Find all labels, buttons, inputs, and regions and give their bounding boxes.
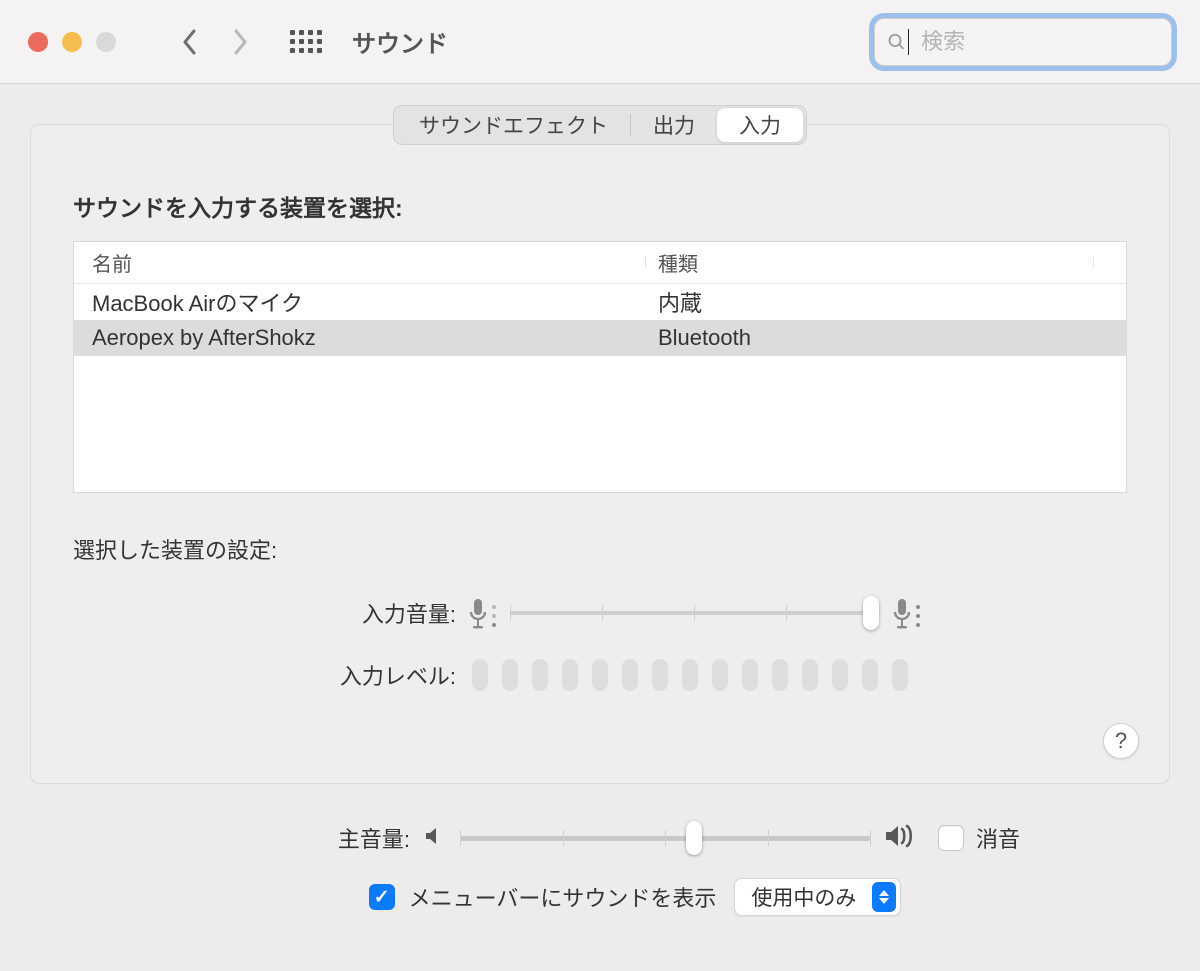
level-cell [562, 659, 578, 691]
tab-output[interactable]: 出力 [631, 108, 717, 142]
mute-label: 消音 [976, 822, 1020, 854]
toolbar: サウンド [0, 0, 1200, 84]
show-sound-in-menubar-checkbox[interactable] [369, 884, 395, 910]
selected-device-settings-header: 選択した装置の設定: [73, 533, 1127, 565]
show-sound-in-menubar-label: メニューバーにサウンドを表示 [409, 881, 717, 913]
window-title: サウンド [352, 24, 448, 59]
level-cell [502, 659, 518, 691]
microphone-high-icon [892, 597, 920, 629]
mute-checkbox[interactable] [938, 825, 964, 851]
speaker-low-icon [422, 824, 446, 853]
tab-segmented-control: サウンドエフェクト 出力 入力 [393, 105, 807, 145]
back-button[interactable] [180, 28, 200, 56]
input-level-label: 入力レベル: [73, 659, 468, 691]
forward-button[interactable] [230, 28, 250, 56]
level-cell [622, 659, 638, 691]
show-all-prefs-button[interactable] [290, 30, 322, 53]
text-cursor [908, 29, 909, 55]
popup-stepper-icon [872, 882, 896, 912]
level-cell [802, 659, 818, 691]
microphone-low-icon [468, 597, 496, 629]
menubar-sound-popup[interactable]: 使用中のみ [734, 878, 901, 916]
tab-sound-effects[interactable]: サウンドエフェクト [397, 108, 630, 142]
main-volume-slider[interactable] [460, 836, 870, 841]
level-cell [712, 659, 728, 691]
table-row[interactable]: Aeropex by AfterShokz Bluetooth [74, 320, 1126, 356]
input-device-table: 名前 種類 MacBook Airのマイク 内蔵 Aeropex by Afte… [73, 241, 1127, 493]
sound-pane: サウンドエフェクト 出力 入力 サウンドを入力する装置を選択: 名前 種類 Ma… [30, 124, 1170, 784]
search-input[interactable] [921, 29, 1159, 55]
level-cell [832, 659, 848, 691]
level-cell [652, 659, 668, 691]
search-field[interactable] [874, 18, 1172, 66]
help-button[interactable]: ? [1103, 723, 1139, 759]
level-cell [772, 659, 788, 691]
speaker-high-icon [884, 823, 918, 854]
level-cell [532, 659, 548, 691]
menubar-sound-popup-value: 使用中のみ [751, 882, 856, 912]
minimize-window-button[interactable] [62, 32, 82, 52]
column-header-type[interactable]: 種類 [646, 248, 1126, 277]
level-cell [472, 659, 488, 691]
device-name: MacBook Airのマイク [74, 286, 646, 318]
input-volume-thumb[interactable] [863, 596, 879, 630]
device-type: Bluetooth [646, 325, 1126, 351]
tab-input[interactable]: 入力 [717, 108, 803, 142]
main-volume-label: 主音量: [30, 822, 422, 854]
input-level-meter [472, 659, 908, 691]
level-cell [592, 659, 608, 691]
menubar-sound-row: メニューバーにサウンドを表示 使用中のみ [30, 878, 1170, 916]
window-controls [28, 32, 116, 52]
input-volume-row: 入力音量: [73, 597, 1127, 629]
input-level-row: 入力レベル: [73, 659, 1127, 691]
input-volume-label: 入力音量: [73, 597, 468, 629]
main-volume-thumb[interactable] [686, 821, 702, 855]
bottom-section: 主音量: 消音 メニューバーにサウンドを表示 使用中のみ [30, 822, 1170, 916]
select-input-device-header: サウンドを入力する装置を選択: [73, 189, 1127, 223]
level-cell [742, 659, 758, 691]
main-volume-row: 主音量: 消音 [30, 822, 1170, 854]
column-header-name[interactable]: 名前 [74, 248, 646, 277]
zoom-window-button[interactable] [96, 32, 116, 52]
close-window-button[interactable] [28, 32, 48, 52]
table-header: 名前 種類 [74, 242, 1126, 284]
device-name: Aeropex by AfterShokz [74, 325, 646, 351]
device-type: 内蔵 [646, 286, 1126, 318]
level-cell [862, 659, 878, 691]
nav-arrows [180, 28, 250, 56]
level-cell [892, 659, 908, 691]
table-row[interactable]: MacBook Airのマイク 内蔵 [74, 284, 1126, 320]
level-cell [682, 659, 698, 691]
search-icon [887, 31, 906, 53]
input-volume-slider[interactable] [510, 611, 878, 615]
mute-group: 消音 [938, 822, 1020, 854]
